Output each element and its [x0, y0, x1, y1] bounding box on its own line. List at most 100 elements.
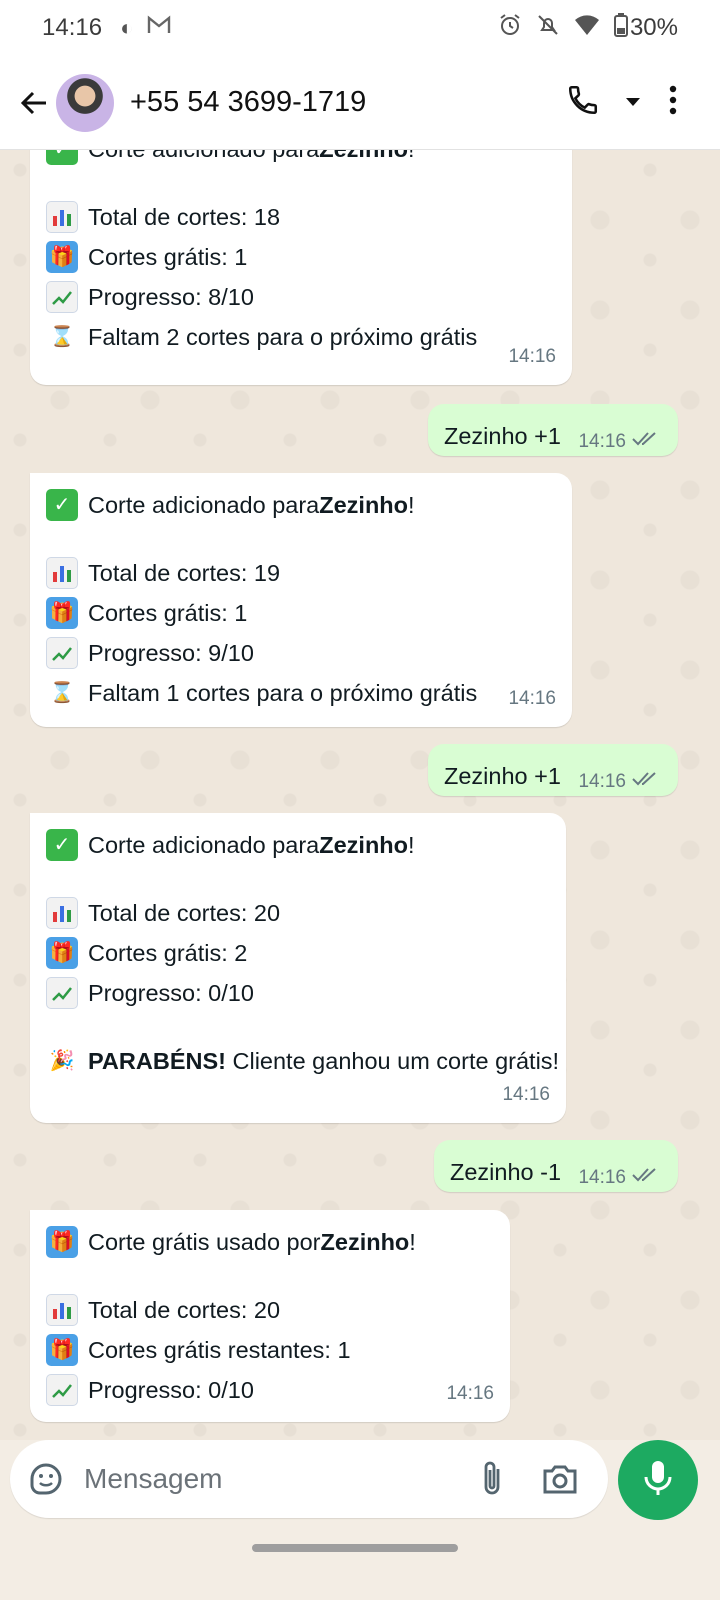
phone-icon — [566, 83, 600, 122]
chart-emoji-icon — [46, 897, 78, 929]
message-text: Zezinho +1 — [444, 763, 561, 789]
status-bar: 14:16 ◐ 30% — [0, 0, 720, 56]
message-bold: Zezinho — [319, 150, 408, 169]
message-text: ! — [408, 150, 415, 169]
message-text: Faltam 2 cortes para o próximo grátis — [88, 324, 478, 350]
message-bold: PARABÉNS! — [88, 1048, 226, 1074]
gmail-icon — [147, 15, 171, 41]
message-text: ! — [408, 492, 415, 518]
more-options-button[interactable] — [648, 79, 698, 127]
system-nav-bar — [0, 1530, 720, 1600]
message-meta: 14:16 — [578, 762, 660, 802]
double-check-icon — [632, 762, 660, 802]
gift-emoji-icon: 🎁 — [46, 1226, 78, 1258]
message-time: 14:16 — [502, 1084, 550, 1105]
message-line: ✓ Corte adicionado para Zezinho! — [46, 825, 559, 865]
message-line: Total de cortes: 20 — [46, 893, 559, 933]
message-line: 🎉 PARABÉNS! Cliente ganhou um corte gráti… — [46, 1041, 560, 1081]
message-line: 🎁 Cortes grátis restantes: 1 — [46, 1330, 416, 1370]
trend-emoji-icon — [46, 281, 78, 313]
message-text: Total de cortes: 20 — [88, 900, 281, 926]
message-text: Progresso: 0/10 — [88, 980, 254, 1006]
trend-emoji-icon — [46, 1374, 78, 1406]
message-text: Corte adicionado para — [88, 832, 320, 858]
message-time: 14:16 — [578, 431, 626, 452]
caret-down-icon — [625, 94, 641, 112]
sticker-icon[interactable] — [28, 1461, 64, 1497]
message-line: 🎁 Corte grátis usado por Zezinho! — [46, 1222, 416, 1262]
chat-area[interactable]: ✓ Corte adicionado para Zezinho! Total d… — [0, 150, 720, 1440]
message-text: Total de cortes: 19 — [88, 560, 281, 586]
battery-icon — [613, 12, 628, 44]
message-time: 14:16 — [578, 1167, 626, 1188]
outgoing-message[interactable]: Zezinho -1 14:16 — [434, 1140, 678, 1192]
message-bold: Zezinho — [319, 492, 409, 518]
outgoing-message[interactable]: Zezinho +1 14:16 — [428, 404, 678, 456]
message-line: ⌛ Faltam 1 cortes para o próximo grátis — [46, 673, 478, 713]
message-meta: 14:16 — [578, 1158, 660, 1198]
message-line: Progresso: 0/10 — [46, 1370, 416, 1410]
message-text: Total de cortes: 20 — [88, 1297, 281, 1323]
message-bold: Zezinho — [320, 1229, 410, 1255]
message-line: ✓ Corte adicionado para Zezinho! — [46, 150, 477, 169]
message-line: Total de cortes: 19 — [46, 553, 477, 593]
message-composer — [10, 1440, 608, 1518]
incoming-message[interactable]: ✓ Corte adicionado para Zezinho! Total d… — [30, 473, 572, 727]
message-input[interactable] — [84, 1463, 444, 1495]
contact-name[interactable]: +55 54 3699-1719 — [130, 86, 366, 119]
wifi-icon — [574, 14, 600, 43]
gift-emoji-icon: 🎁 — [46, 1334, 78, 1366]
message-line: 🎁 Cortes grátis: 2 — [46, 933, 559, 973]
message-text: Cortes grátis: 1 — [88, 244, 248, 270]
message-text: Total de cortes: 18 — [88, 204, 281, 230]
outgoing-message[interactable]: Zezinho +1 14:16 — [428, 744, 678, 796]
message-line: Total de cortes: 20 — [46, 1290, 416, 1330]
battery-percent: 30% — [629, 14, 678, 41]
incoming-message[interactable]: ✓ Corte adicionado para Zezinho! Total d… — [30, 813, 566, 1123]
message-line: Progresso: 9/10 — [46, 633, 477, 673]
double-check-icon — [632, 422, 660, 462]
incoming-message[interactable]: 🎁 Corte grátis usado por Zezinho! Total … — [30, 1210, 510, 1422]
call-options-dropdown[interactable] — [618, 79, 648, 127]
message-text: Corte adicionado para — [88, 150, 319, 169]
avatar[interactable] — [56, 73, 114, 132]
message-line: Total de cortes: 18 — [46, 197, 477, 237]
message-text: Corte adicionado para — [88, 492, 320, 518]
mic-icon — [643, 1458, 673, 1503]
message-time: 14:16 — [578, 771, 626, 792]
trend-emoji-icon — [46, 977, 78, 1009]
message-text: Corte grátis usado por — [88, 1229, 321, 1255]
home-handle[interactable] — [252, 1544, 458, 1552]
message-text: Cortes grátis: 1 — [88, 600, 248, 626]
message-meta: 14:16 — [578, 422, 660, 462]
back-arrow-icon[interactable] — [6, 75, 62, 131]
camera-icon[interactable] — [540, 1459, 580, 1499]
gift-emoji-icon: 🎁 — [46, 597, 78, 629]
mic-button[interactable] — [618, 1440, 698, 1520]
hourglass-emoji-icon: ⌛ — [49, 682, 75, 704]
gift-emoji-icon: 🎁 — [46, 937, 78, 969]
chart-emoji-icon — [46, 557, 78, 589]
message-line: ⌛ Faltam 2 cortes para o próximo grátis — [46, 317, 478, 357]
call-button[interactable] — [548, 79, 618, 127]
message-line: 🎁 Cortes grátis: 1 — [46, 237, 477, 277]
message-text: Faltam 1 cortes para o próximo grátis — [88, 680, 478, 706]
message-line: 🎁 Cortes grátis: 1 — [46, 593, 477, 633]
night-mode-icon: ◐ — [120, 15, 134, 40]
attach-icon[interactable] — [472, 1459, 512, 1499]
alarm-icon — [498, 13, 522, 44]
message-text: Progresso: 0/10 — [88, 1377, 254, 1403]
message-time: 14:16 — [508, 346, 556, 367]
message-text: ! — [409, 1229, 416, 1255]
hourglass-emoji-icon: ⌛ — [49, 326, 75, 348]
incoming-message[interactable]: ✓ Corte adicionado para Zezinho! Total d… — [30, 150, 572, 385]
message-line: Progresso: 0/10 — [46, 973, 559, 1013]
message-line: ✓ Corte adicionado para Zezinho! — [46, 485, 477, 525]
message-time: 14:16 — [508, 688, 556, 709]
message-text: ! — [408, 832, 415, 858]
more-vert-icon — [669, 85, 677, 120]
message-text: Cortes grátis: 2 — [88, 940, 248, 966]
message-text: Progresso: 9/10 — [88, 640, 254, 666]
message-line: Progresso: 8/10 — [46, 277, 477, 317]
message-text: Progresso: 8/10 — [88, 284, 254, 310]
